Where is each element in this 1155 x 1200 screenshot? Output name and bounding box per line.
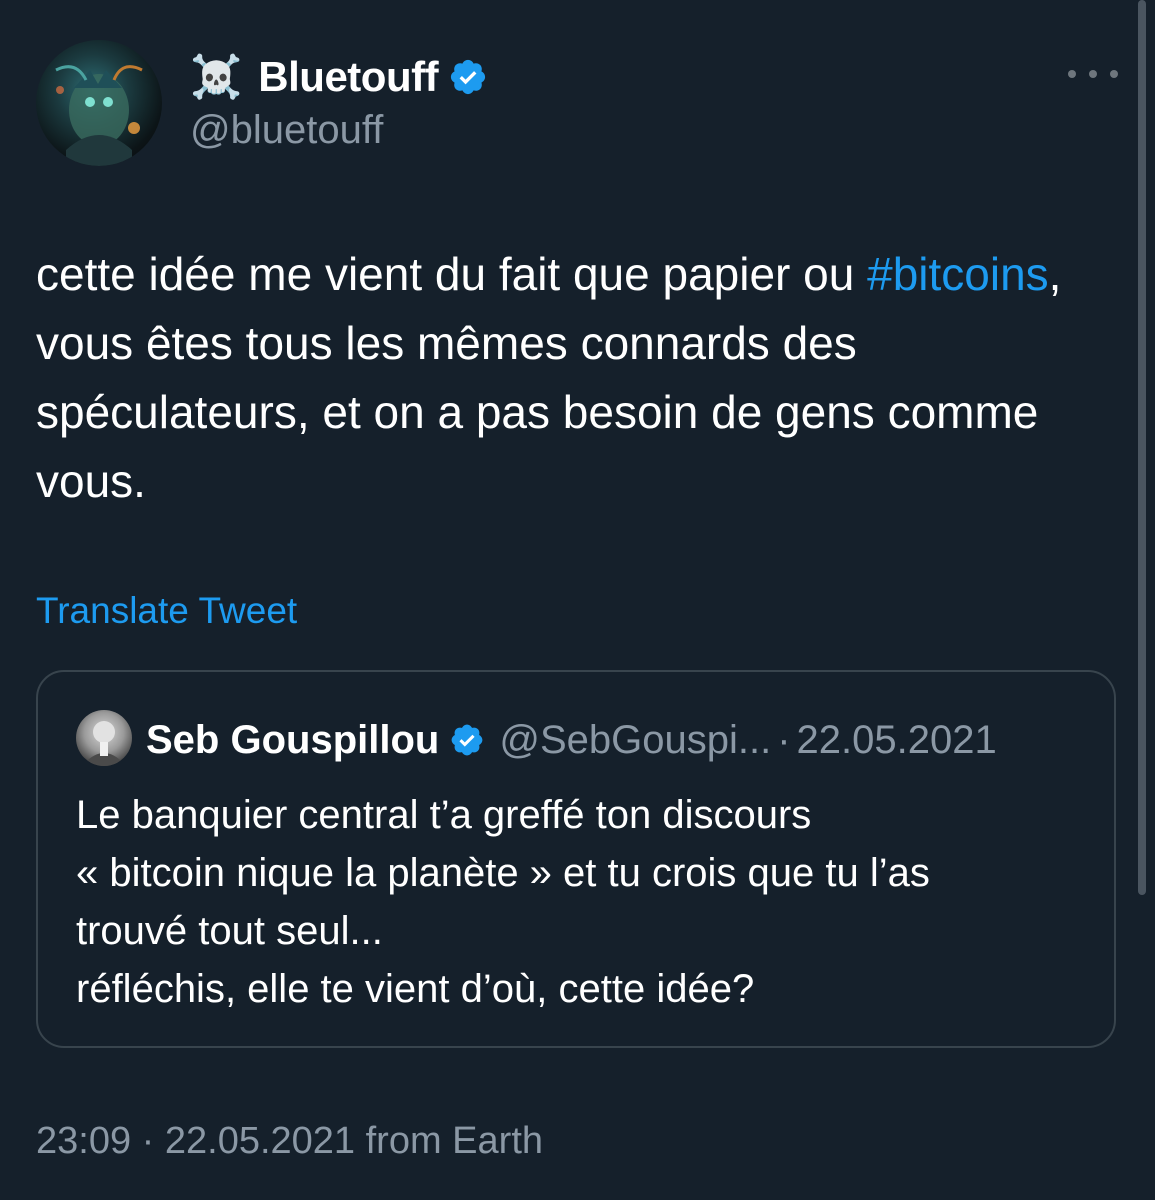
quoted-text-line: « bitcoin nique la planète » et tu crois… [76,851,930,895]
tweet-date[interactable]: 22.05.2021 [165,1120,355,1162]
tweet-time[interactable]: 23:09 [36,1120,131,1162]
quoted-author-handle[interactable]: @SebGouspi... [499,718,771,763]
separator-dot: · [777,717,791,762]
quoted-author-name[interactable]: Seb Gouspillou [146,718,439,763]
quoted-text-line: Le banquier central t’a greffé ton disco… [76,793,812,837]
quoted-tweet-card[interactable]: Seb Gouspillou @SebGouspi... · 22.05.202… [36,670,1116,1048]
tweet-source: from Earth [365,1120,544,1162]
hashtag-link[interactable]: #bitcoins [867,248,1049,300]
verified-badge-icon [451,59,486,95]
author-avatar[interactable] [36,40,162,166]
tweet-text-part: cette idée me vient du fait que papier o… [36,248,868,300]
quoted-tweet-date[interactable]: 22.05.2021 [797,718,997,763]
tweet-metadata: 23:09 · 22.05.2021 from Earth [36,1120,543,1163]
more-dot-icon [1110,70,1118,78]
quoted-author-avatar[interactable] [76,710,132,766]
author-display-name[interactable]: Bluetouff [258,53,438,101]
more-options-button[interactable] [1068,58,1118,90]
translate-tweet-link[interactable]: Translate Tweet [36,590,297,632]
skull-emoji-icon: ☠️ [190,53,243,100]
more-dot-icon [1068,70,1076,78]
quoted-text-line: trouvé tout seul... [76,909,383,953]
verified-badge-icon [451,724,483,756]
quoted-text-line: réfléchis, elle te vient d’où, cette idé… [76,967,755,1011]
separator-dot: · [141,1120,155,1162]
author-name-row[interactable]: ☠️ Bluetouff [190,50,488,104]
scrollbar[interactable] [1138,0,1146,895]
quoted-tweet-text: Le banquier central t’a greffé ton disco… [76,786,1086,1018]
quoted-tweet-header: Seb Gouspillou @SebGouspi... · 22.05.202… [146,712,997,768]
more-dot-icon [1089,70,1097,78]
tweet-text: cette idée me vient du fait que papier o… [36,240,1116,516]
author-handle[interactable]: @bluetouff [190,108,383,153]
